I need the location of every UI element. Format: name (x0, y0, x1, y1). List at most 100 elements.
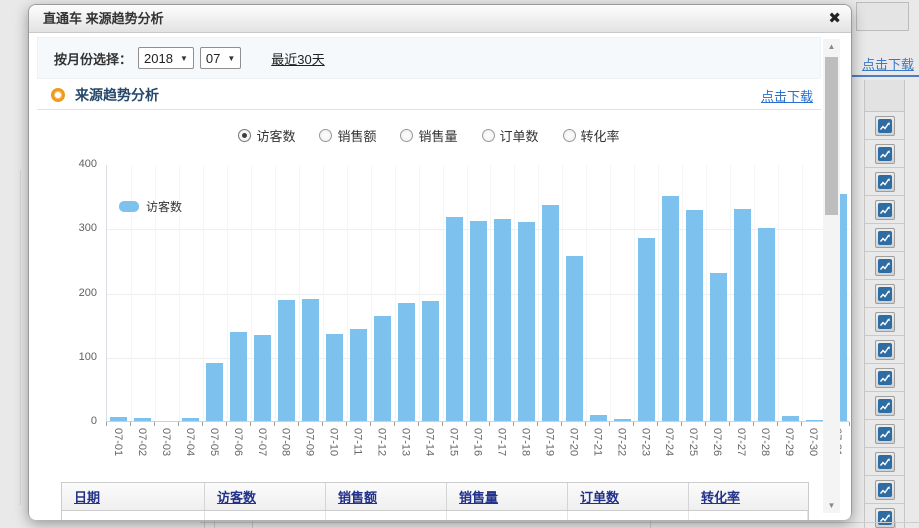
bar-07-05[interactable] (206, 363, 223, 421)
chart-legend[interactable]: 访客数 (119, 198, 182, 215)
download-link[interactable]: 点击下载 (761, 86, 813, 105)
month-filter-bar: 按月份选择： 2018 ▼ 07 ▼ 最近30天 (37, 37, 821, 79)
background-table-row (865, 448, 904, 476)
table-header-link[interactable]: 销售额 (338, 487, 377, 506)
background-table-row (865, 420, 904, 448)
bar-07-28[interactable] (758, 228, 775, 421)
trend-chart-icon[interactable] (875, 368, 895, 388)
bar-07-09[interactable] (302, 299, 319, 421)
axis-tick (226, 422, 227, 426)
dialog-header[interactable]: 直通车 来源趋势分析 ✖ (29, 5, 851, 33)
background-table-row (865, 336, 904, 364)
table-header-cell: 销售量 (447, 483, 568, 510)
bar-07-22[interactable] (614, 419, 631, 421)
metric-radio-1[interactable]: 访客数 (238, 126, 295, 145)
table-header-link[interactable]: 销售量 (459, 487, 498, 506)
metric-radio-4[interactable]: 订单数 (482, 126, 539, 145)
trend-chart-icon[interactable] (875, 340, 895, 360)
axis-tick (202, 422, 203, 426)
bar-07-29[interactable] (782, 416, 799, 421)
axis-tick (106, 422, 107, 426)
radio-button-icon[interactable] (238, 129, 251, 142)
table-header-link[interactable]: 订单数 (580, 487, 619, 506)
axis-tick (537, 422, 538, 426)
bar-07-01[interactable] (110, 417, 127, 421)
background-table-row (865, 476, 904, 504)
x-axis-tick-label: 07-12 (370, 428, 394, 474)
gridline (299, 165, 300, 421)
gridline (538, 165, 539, 421)
scrollbar-thumb[interactable] (825, 57, 838, 215)
trend-chart-icon[interactable] (875, 144, 895, 164)
axis-tick (298, 422, 299, 426)
axis-tick (130, 422, 131, 426)
bar-07-23[interactable] (638, 238, 655, 421)
bar-07-07[interactable] (254, 335, 271, 421)
section-bullet-icon (51, 88, 65, 102)
axis-tick (418, 422, 419, 426)
table-header-link[interactable]: 访客数 (217, 487, 256, 506)
trend-chart-icon[interactable] (875, 424, 895, 444)
bar-07-11[interactable] (350, 329, 367, 421)
table-header-link[interactable]: 日期 (74, 487, 100, 506)
radio-button-icon[interactable] (400, 129, 413, 142)
trend-chart-icon[interactable] (875, 480, 895, 500)
recent-30-days-link[interactable]: 最近30天 (271, 49, 324, 68)
background-download-link[interactable]: 点击下载 (862, 54, 914, 73)
trend-chart-icon[interactable] (875, 284, 895, 304)
bar-07-17[interactable] (494, 219, 511, 421)
bar-07-10[interactable] (326, 334, 343, 421)
bar-07-27[interactable] (734, 209, 751, 421)
bar-07-24[interactable] (662, 196, 679, 421)
bar-07-30[interactable] (806, 420, 823, 421)
dialog: 直通车 来源趋势分析 ✖ 按月份选择： 2018 ▼ 07 ▼ 最近30天 来源… (28, 4, 852, 520)
bar-07-16[interactable] (470, 221, 487, 421)
trend-chart-icon[interactable] (875, 452, 895, 472)
close-icon[interactable]: ✖ (828, 9, 841, 29)
table-header-link[interactable]: 转化率 (701, 487, 740, 506)
bar-07-04[interactable] (182, 418, 199, 421)
radio-button-icon[interactable] (563, 129, 576, 142)
bar-07-18[interactable] (518, 222, 535, 421)
scroll-up-icon[interactable]: ▲ (823, 39, 840, 54)
bar-07-26[interactable] (710, 273, 727, 421)
dialog-scrollbar[interactable]: ▲ ▼ (823, 39, 840, 513)
trend-chart-icon[interactable] (875, 172, 895, 192)
trend-chart-icon[interactable] (875, 116, 895, 136)
gridline (275, 165, 276, 421)
gridline (778, 165, 779, 421)
scroll-down-icon[interactable]: ▼ (823, 498, 840, 513)
axis-tick (729, 422, 730, 426)
bar-07-14[interactable] (422, 301, 439, 421)
trend-chart-icon[interactable] (875, 200, 895, 220)
bar-07-20[interactable] (566, 256, 583, 421)
bar-07-19[interactable] (542, 205, 559, 421)
bar-07-02[interactable] (134, 418, 151, 421)
trend-chart-icon[interactable] (875, 312, 895, 332)
metric-radio-label: 销售量 (418, 126, 457, 145)
bar-07-21[interactable] (590, 415, 607, 421)
metric-radio-3[interactable]: 销售量 (400, 126, 457, 145)
trend-chart-icon[interactable] (875, 228, 895, 248)
trend-bar-chart: 访客数 010020030040007-0107-0207-0307-0407-… (29, 165, 829, 475)
metric-radio-5[interactable]: 转化率 (563, 126, 620, 145)
bar-07-08[interactable] (278, 300, 295, 421)
month-select[interactable]: 07 ▼ (200, 47, 241, 69)
metric-radio-2[interactable]: 销售额 (319, 126, 376, 145)
bar-07-06[interactable] (230, 332, 247, 421)
radio-button-icon[interactable] (319, 129, 332, 142)
gridline (227, 165, 228, 421)
gridline (323, 165, 324, 421)
metric-radio-label: 销售额 (337, 126, 376, 145)
bar-07-25[interactable] (686, 210, 703, 421)
x-axis-tick-label: 07-28 (753, 428, 777, 474)
trend-chart-icon[interactable] (875, 396, 895, 416)
x-axis-tick-label: 07-17 (489, 428, 513, 474)
bar-07-13[interactable] (398, 303, 415, 421)
year-select[interactable]: 2018 ▼ (138, 47, 194, 69)
trend-chart-icon[interactable] (875, 256, 895, 276)
bar-07-15[interactable] (446, 217, 463, 421)
radio-button-icon[interactable] (482, 129, 495, 142)
bar-07-12[interactable] (374, 316, 391, 421)
gridline (610, 165, 611, 421)
